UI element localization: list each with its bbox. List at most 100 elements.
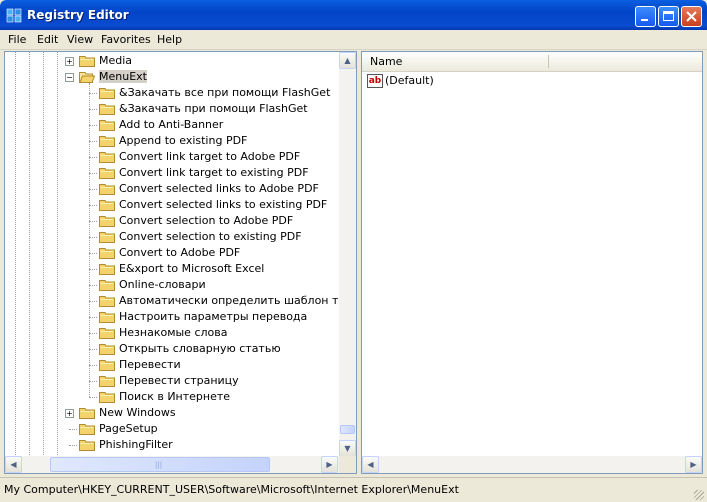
key-tree-pane[interactable]: + Media − MenuExt &Закачать все при помощи F… xyxy=(4,51,357,474)
tree-subkey-row[interactable]: Convert link target to Adobe PDF xyxy=(5,149,345,165)
tree-item-label: Поиск в Интернете xyxy=(119,390,231,403)
scroll-right-button[interactable]: ▶ xyxy=(321,456,338,473)
folder-icon xyxy=(99,119,115,131)
tree-connector xyxy=(69,429,77,430)
scroll-up-button[interactable]: ▲ xyxy=(339,52,356,69)
menu-view[interactable]: View xyxy=(67,33,93,46)
tree-key-row[interactable]: + Media xyxy=(5,53,345,69)
window-title: Registry Editor xyxy=(27,8,129,22)
tree-subkey-row[interactable]: E&xport to Microsoft Excel xyxy=(5,261,345,277)
minimize-button[interactable] xyxy=(635,6,656,27)
folder-icon xyxy=(99,103,115,115)
horizontal-scroll-thumb[interactable]: ||| xyxy=(50,457,270,472)
tree-item-label: Convert link target to existing PDF xyxy=(119,166,309,179)
tree-subkey-row[interactable]: Convert link target to existing PDF xyxy=(5,165,345,181)
tree-connector xyxy=(89,317,97,318)
tree-subkey-row[interactable]: &Закачать при помощи FlashGet xyxy=(5,101,345,117)
tree-key-row[interactable]: PhishingFilter xyxy=(5,437,345,453)
tree-item-label: New Windows xyxy=(99,406,176,419)
menu-help[interactable]: Help xyxy=(157,33,182,46)
tree-subkey-row[interactable]: Convert to Adobe PDF xyxy=(5,245,345,261)
folder-icon xyxy=(99,247,115,259)
folder-icon xyxy=(99,311,115,323)
tree-connector xyxy=(89,173,97,174)
tree-item-label: Перевести страницу xyxy=(119,374,239,387)
tree-subkey-row[interactable]: Online-словари xyxy=(5,277,345,293)
tree-vertical-scrollbar[interactable]: ▲ ▼ xyxy=(339,52,356,457)
tree-key-row[interactable]: − MenuExt xyxy=(5,69,345,85)
folder-icon xyxy=(99,263,115,275)
tree-subkey-row[interactable]: Автоматически определить шаблон темати xyxy=(5,293,356,309)
tree-connector xyxy=(89,397,97,398)
tree-item-label: Convert selection to existing PDF xyxy=(119,230,302,243)
tree-subkey-row[interactable]: Перевести страницу xyxy=(5,373,345,389)
tree-connector xyxy=(89,333,97,334)
folder-icon xyxy=(99,183,115,195)
values-horizontal-scrollbar[interactable]: ◀ ▶ xyxy=(362,456,702,473)
folder-icon xyxy=(99,327,115,339)
tree-subkey-row[interactable]: &Закачать все при помощи FlashGet xyxy=(5,85,345,101)
scroll-left-button[interactable]: ◀ xyxy=(5,456,22,473)
tree-subkey-row[interactable]: Add to Anti-Banner xyxy=(5,117,345,133)
tree-subkey-row[interactable]: Поиск в Интернете xyxy=(5,389,345,405)
tree-item-label: Convert selected links to Adobe PDF xyxy=(119,182,319,195)
tree-subkey-row[interactable]: Незнакомые слова xyxy=(5,325,345,341)
tree-subkey-row[interactable]: Перевести xyxy=(5,357,345,373)
scroll-down-button[interactable]: ▼ xyxy=(339,440,356,457)
tree-connector xyxy=(89,253,97,254)
column-separator[interactable] xyxy=(548,55,549,68)
tree-key-row[interactable]: PageSetup xyxy=(5,421,345,437)
tree-item-label: Online-словари xyxy=(119,278,206,291)
tree-key-row[interactable]: + New Windows xyxy=(5,405,345,421)
vertical-scroll-thumb[interactable] xyxy=(340,425,355,434)
values-pane[interactable]: Name ab (Default) ◀ ▶ xyxy=(361,51,703,474)
tree-subkey-row[interactable]: Convert selection to existing PDF xyxy=(5,229,345,245)
menu-file[interactable]: File xyxy=(8,33,26,46)
tree-subkey-row[interactable]: Append to existing PDF xyxy=(5,133,345,149)
tree-item-label: PhishingFilter xyxy=(99,438,173,451)
folder-icon xyxy=(99,151,115,163)
tree-horizontal-scrollbar[interactable]: ◀ ||| ▶ xyxy=(5,456,339,473)
tree-item-label: PageSetup xyxy=(99,422,158,435)
folder-icon xyxy=(99,295,115,307)
name-column-header[interactable]: Name xyxy=(362,52,702,72)
string-value-icon: ab xyxy=(367,74,383,88)
maximize-button[interactable] xyxy=(658,6,679,27)
folder-icon xyxy=(79,407,95,419)
folder-icon xyxy=(99,135,115,147)
menu-favorites[interactable]: Favorites xyxy=(101,33,151,46)
expand-icon[interactable]: + xyxy=(65,57,74,66)
folder-icon xyxy=(79,439,95,451)
tree-connector xyxy=(89,205,97,206)
tree-subkey-row[interactable]: Convert selection to Adobe PDF xyxy=(5,213,345,229)
tree-item-label: Media xyxy=(99,54,133,67)
tree-connector xyxy=(89,125,97,126)
folder-icon xyxy=(99,391,115,403)
close-button[interactable] xyxy=(681,6,702,27)
expand-icon[interactable]: + xyxy=(65,409,74,418)
tree-connector xyxy=(89,381,97,382)
value-name: (Default) xyxy=(385,74,434,87)
tree-subkey-row[interactable]: Настроить параметры перевода xyxy=(5,309,345,325)
status-bar: My Computer\HKEY_CURRENT_USER\Software\M… xyxy=(0,477,707,502)
resize-grip-icon[interactable] xyxy=(694,490,704,500)
tree-item-label: Перевести xyxy=(119,358,181,371)
menu-edit[interactable]: Edit xyxy=(37,33,58,46)
tree-subkey-row[interactable]: Convert selected links to existing PDF xyxy=(5,197,345,213)
scroll-right-button[interactable]: ▶ xyxy=(685,456,702,473)
folder-icon xyxy=(99,215,115,227)
tree-connector xyxy=(89,349,97,350)
tree-subkey-row[interactable]: Открыть словарную статью xyxy=(5,341,345,357)
folder-icon xyxy=(99,199,115,211)
tree-connector xyxy=(89,365,97,366)
tree-subkey-row[interactable]: Convert selected links to Adobe PDF xyxy=(5,181,345,197)
tree-item-label: Незнакомые слова xyxy=(119,326,228,339)
title-bar[interactable]: Registry Editor xyxy=(0,0,707,30)
folder-icon xyxy=(79,423,95,435)
scroll-grip-icon: ||| xyxy=(155,461,163,469)
tree-connector xyxy=(89,189,97,190)
collapse-icon[interactable]: − xyxy=(65,73,74,82)
tree-item-label: &Закачать при помощи FlashGet xyxy=(119,102,308,115)
tree-connector xyxy=(89,109,97,110)
scroll-left-button[interactable]: ◀ xyxy=(362,456,379,473)
